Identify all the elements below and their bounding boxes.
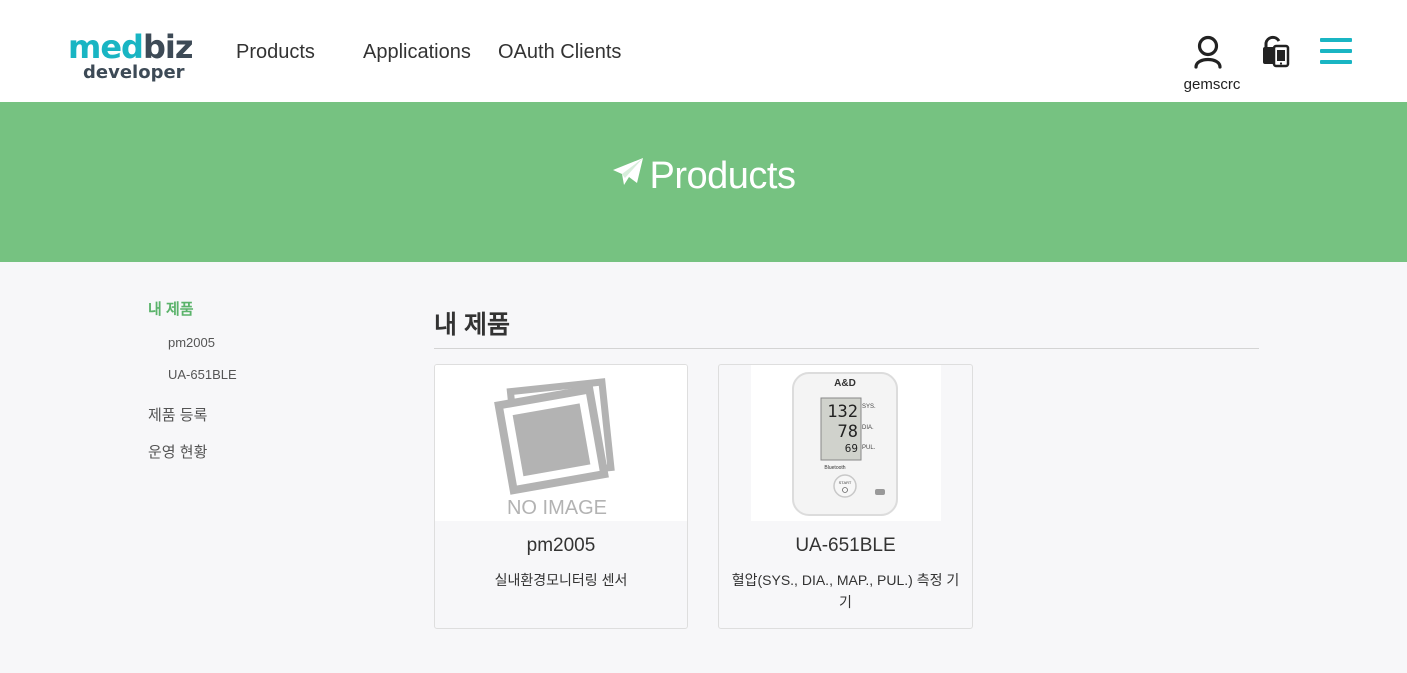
unlock-device-button[interactable] xyxy=(1260,34,1292,68)
device-start-label: START xyxy=(839,480,852,485)
nav-oauth-clients-link[interactable]: OAuth Clients xyxy=(498,38,621,66)
product-description: 실내환경모니터링 센서 xyxy=(494,572,628,588)
hamburger-line xyxy=(1320,60,1352,64)
logo-subtitle: developer xyxy=(83,62,185,83)
device-dia-value: 78 xyxy=(838,422,858,442)
user-icon xyxy=(1194,35,1222,69)
username-label: gemscrc xyxy=(1183,76,1241,93)
no-image-label: NO IMAGE xyxy=(507,497,607,519)
hamburger-menu-icon xyxy=(1320,38,1352,42)
nav-products-link[interactable]: Products xyxy=(236,38,315,66)
device-pul-value: 69 xyxy=(845,442,858,455)
title-divider xyxy=(434,348,1259,349)
device-pul-label: PUL. xyxy=(862,445,876,451)
banner-heading: Products xyxy=(0,152,1407,202)
device-sys-value: 132 xyxy=(827,402,858,422)
sidebar-item-operations-status[interactable]: 운영 현황 xyxy=(148,441,207,462)
paper-plane-icon xyxy=(612,151,644,199)
page-banner: Products xyxy=(0,102,1407,262)
no-image-placeholder-icon: NO IMAGE xyxy=(494,378,615,519)
user-account-button[interactable]: gemscrc xyxy=(1180,32,1244,96)
sidebar-item-my-products[interactable]: 내 제품 xyxy=(148,298,194,319)
medbiz-developer-logo[interactable]: medbiz developer xyxy=(68,28,198,88)
product-thumbnail: A&D 132 78 69 SYS. DIA. PUL. Bluetooth S… xyxy=(751,365,941,521)
hamburger-menu-button[interactable] xyxy=(1320,38,1352,64)
device-sys-label: SYS. xyxy=(862,404,876,410)
device-brand: A&D xyxy=(834,378,856,389)
sidebar-subitem-ua651ble[interactable]: UA-651BLE xyxy=(168,367,237,382)
unlock-phone-icon xyxy=(1263,35,1290,68)
sidebar-item-register-product[interactable]: 제품 등록 xyxy=(148,404,207,425)
banner-title-text: Products xyxy=(649,155,796,197)
product-card-pm2005[interactable]: NO IMAGE pm2005 실내환경모니터링 센서 xyxy=(434,364,688,629)
device-bluetooth-label: Bluetooth xyxy=(824,465,845,471)
product-name: pm2005 xyxy=(526,535,596,556)
nav-applications-link[interactable]: Applications xyxy=(363,38,471,66)
product-card-ua651ble[interactable]: A&D 132 78 69 SYS. DIA. PUL. Bluetooth S… xyxy=(718,364,973,629)
product-thumbnail: NO IMAGE xyxy=(435,365,687,521)
top-header: medbiz developer Products Applications O… xyxy=(0,0,1407,102)
product-name: UA-651BLE xyxy=(795,535,896,556)
blood-pressure-monitor-image: A&D 132 78 69 SYS. DIA. PUL. Bluetooth S… xyxy=(792,372,898,516)
logo-wordmark: medbiz xyxy=(68,28,193,66)
page-title: 내 제품 xyxy=(434,311,510,339)
device-dia-label: DIA. xyxy=(862,425,874,431)
sidebar-subitem-pm2005[interactable]: pm2005 xyxy=(168,335,215,350)
product-description: 혈압(SYS., DIA., MAP., PUL.) 측정 기기 xyxy=(731,572,960,610)
hamburger-line xyxy=(1320,49,1352,53)
